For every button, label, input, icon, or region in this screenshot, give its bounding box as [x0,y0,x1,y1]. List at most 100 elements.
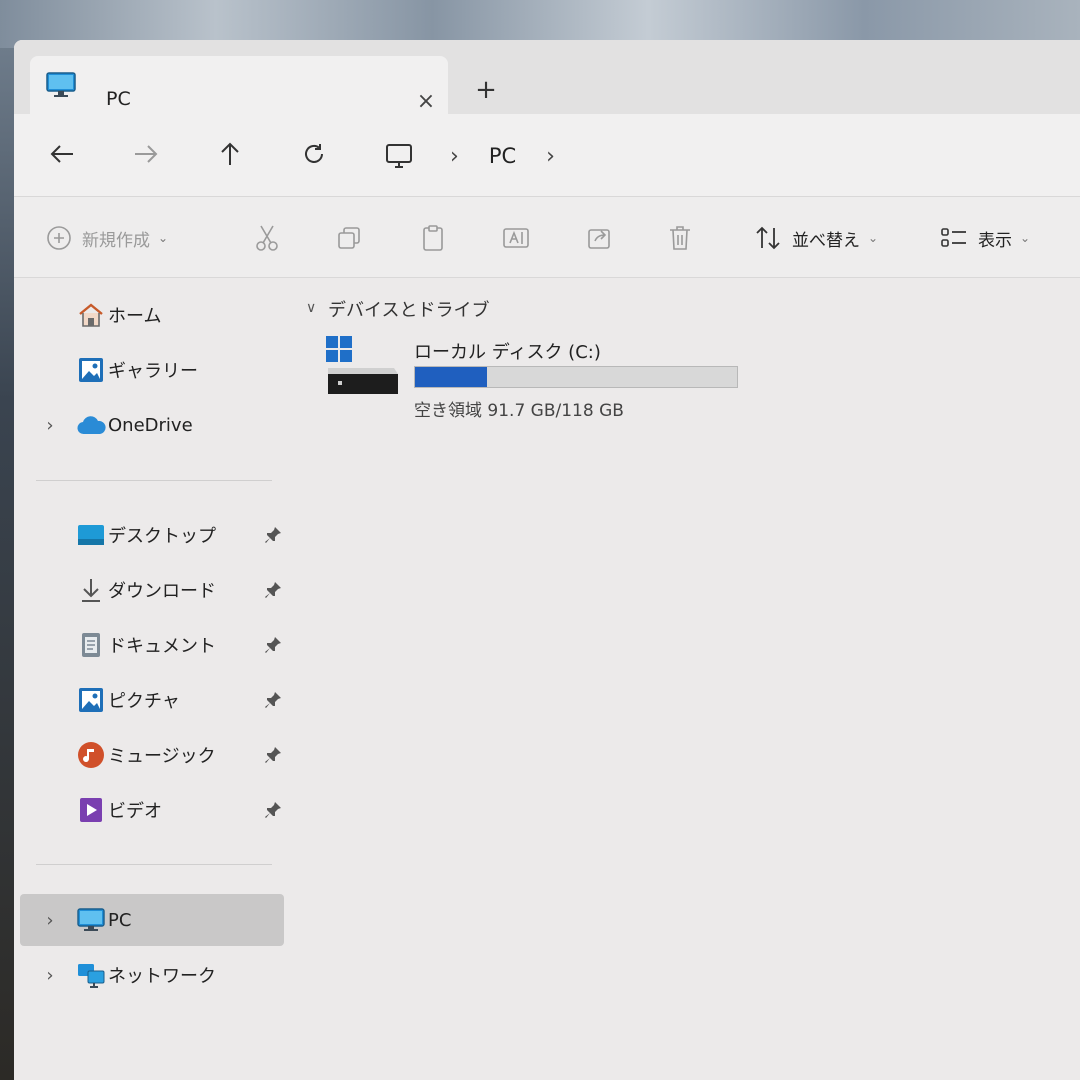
sidebar-item-label: ミュージック [108,746,216,767]
back-button[interactable] [42,134,82,174]
sort-label: 並べ替え [792,230,860,251]
copy-icon [338,227,360,249]
sidebar-item-label: ドキュメント [108,636,216,657]
home-icon [76,300,106,330]
network-icon [76,960,106,990]
sidebar-item-label: OneDrive [108,414,193,436]
sidebar-item-pc[interactable]: › PC [20,894,284,946]
cloud-icon [76,410,106,440]
breadcrumb-chevron[interactable]: › [450,144,459,169]
monitor-icon [46,72,76,102]
drive-name: ローカル ディスク (C:) [414,342,601,363]
breadcrumb: › PC › [384,136,555,176]
expand-chevron-icon[interactable]: › [42,910,58,931]
sidebar-item-label: デスクトップ [108,526,216,547]
breadcrumb-chevron-end[interactable]: › [546,144,555,169]
hard-drive-icon [324,334,400,400]
rename-button[interactable] [502,221,530,255]
cut-button[interactable] [254,221,280,255]
sidebar-item-gallery[interactable]: ギャラリー [20,347,284,393]
sidebar-item-onedrive[interactable]: › OneDrive [20,402,284,448]
group-header-devices[interactable]: デバイスとドライブ [328,296,489,322]
scissors-icon [256,225,278,251]
rename-icon [503,228,529,248]
view-button[interactable]: 表示 ⌄ [940,221,1030,255]
sidebar-item-label: PC [108,909,132,931]
music-icon [76,740,106,770]
sidebar-item-label: ホーム [108,306,162,327]
close-tab-icon[interactable]: × [414,90,438,114]
sidebar-item-network[interactable]: › ネットワーク [20,952,284,998]
sidebar-divider [36,864,272,865]
chevron-down-icon: ⌄ [868,231,879,245]
drive-usage-bar [414,366,738,388]
navigation-pane: ホーム ギャラリー › OneDrive デスクトップ ダウンロード ドキュメン… [14,278,294,1080]
chevron-down-icon[interactable]: ∨ [306,300,316,316]
tab-title: PC [106,88,131,110]
sidebar-item-desktop[interactable]: デスクトップ [20,512,284,558]
pc-icon [76,905,106,935]
tab-pc[interactable]: PC × [30,56,448,114]
sidebar-item-videos[interactable]: ビデオ [20,787,284,833]
new-label: 新規作成 [82,230,150,251]
gallery-icon [76,355,106,385]
new-button[interactable]: 新規作成 ⌄ [46,221,168,255]
pin-icon[interactable] [264,636,282,654]
command-bar: 新規作成 ⌄ 並べ替え ⌄ 表示 ⌄ [14,197,1080,277]
trash-icon [670,226,690,250]
delete-button[interactable] [668,221,692,255]
sidebar-divider [36,480,272,481]
sort-icon [756,226,780,250]
picture-icon [76,685,106,715]
sidebar-item-downloads[interactable]: ダウンロード [20,567,284,613]
arrow-left-icon [50,145,73,163]
content-pane: ∨ デバイスとドライブ ローカル ディスク (C:) 空き領域 91.7 GB/… [294,278,1080,1080]
share-button[interactable] [586,221,612,255]
up-button[interactable] [210,134,250,174]
drive-free-space: 空き領域 91.7 GB/118 GB [414,401,624,421]
refresh-icon [305,144,323,163]
plus-circle-icon [47,226,71,250]
breadcrumb-location[interactable]: PC [489,144,516,168]
pin-icon[interactable] [264,691,282,709]
new-tab-button[interactable]: + [472,76,500,104]
arrow-up-icon [221,142,239,165]
sort-button[interactable]: 並べ替え ⌄ [754,221,878,255]
forward-button[interactable] [126,134,166,174]
pc-breadcrumb-icon[interactable] [384,141,420,171]
video-icon [76,795,106,825]
sidebar-item-label: ダウンロード [108,581,216,602]
share-icon [588,229,610,249]
view-list-icon [941,228,966,247]
chevron-down-icon: ⌄ [158,231,169,245]
paste-button[interactable] [420,221,446,255]
file-explorer-window: PC × + › PC › 新規作成 ⌄ 並べ替え ⌄ 表示 ⌄ ホーム ギャラ… [14,40,1080,1080]
tab-strip: PC × + [14,40,1080,114]
sidebar-item-label: ビデオ [108,801,162,822]
sidebar-item-label: ギャラリー [108,361,198,382]
desktop-icon [76,520,106,550]
chevron-down-icon: ⌄ [1020,231,1031,245]
expand-chevron-icon[interactable]: › [42,415,58,436]
download-icon [76,575,106,605]
refresh-button[interactable] [294,134,334,174]
sidebar-item-pictures[interactable]: ピクチャ [20,677,284,723]
view-label: 表示 [978,230,1012,251]
pin-icon[interactable] [264,746,282,764]
sidebar-item-label: ピクチャ [108,691,180,712]
drive-item-c[interactable]: ローカル ディスク (C:) 空き領域 91.7 GB/118 GB [324,334,754,424]
sidebar-item-label: ネットワーク [108,966,216,987]
sidebar-item-music[interactable]: ミュージック [20,732,284,778]
navigation-bar: › PC › [14,114,1080,196]
drive-usage-fill [415,367,487,387]
pin-icon[interactable] [264,581,282,599]
copy-button[interactable] [336,221,362,255]
sidebar-item-documents[interactable]: ドキュメント [20,622,284,668]
clipboard-icon [423,225,443,251]
document-icon [76,630,106,660]
arrow-right-icon [135,145,158,163]
sidebar-item-home[interactable]: ホーム [20,292,284,338]
expand-chevron-icon[interactable]: › [42,965,58,986]
pin-icon[interactable] [264,526,282,544]
pin-icon[interactable] [264,801,282,819]
